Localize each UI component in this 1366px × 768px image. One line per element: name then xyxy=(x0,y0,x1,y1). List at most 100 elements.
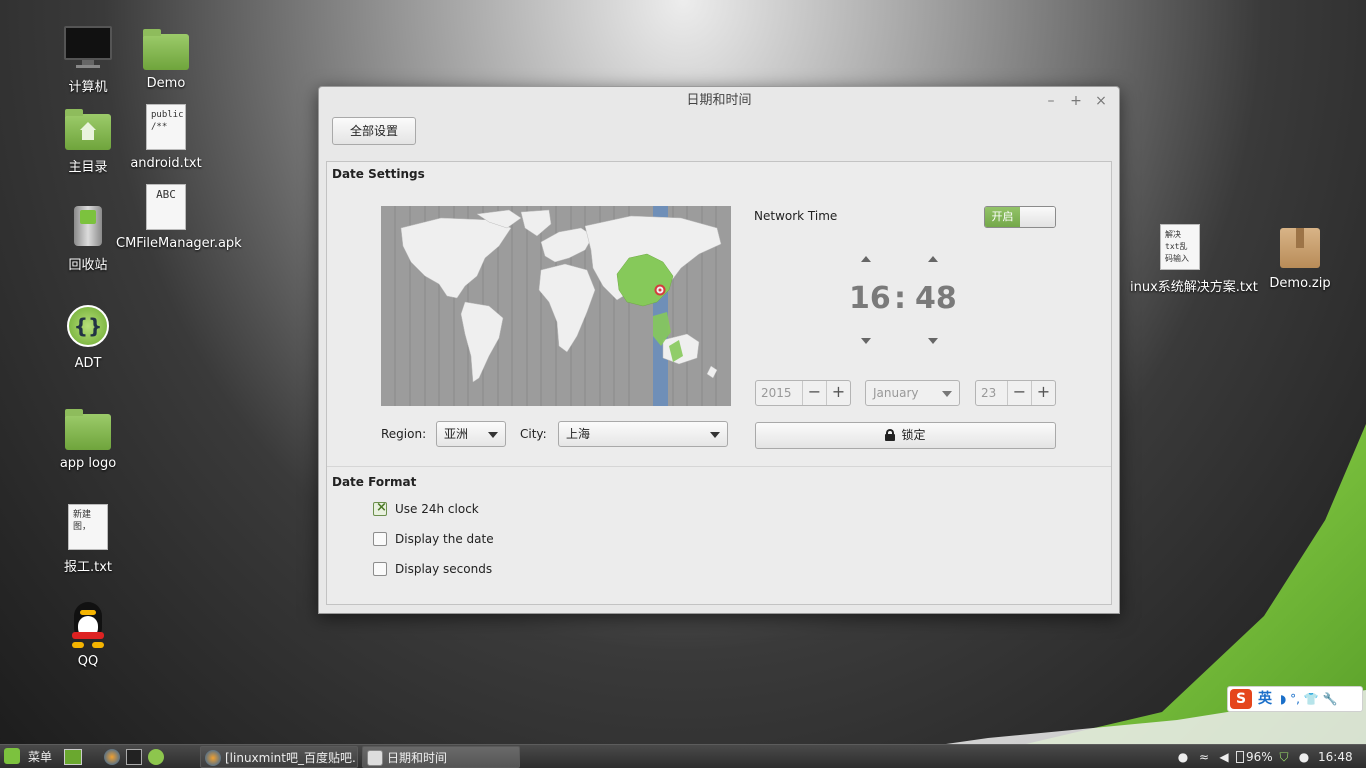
text-file-icon: 解决txt乱码输入 xyxy=(1156,224,1204,272)
battery-icon xyxy=(1236,751,1244,763)
day-value: 23 xyxy=(981,386,997,400)
desktop-icon-cmfilemanager[interactable]: ABC CMFileManager.apk xyxy=(116,184,242,251)
day-spinner[interactable]: 23 − + xyxy=(975,380,1056,406)
volume-icon[interactable]: ◀ xyxy=(1216,745,1232,768)
timezone-map[interactable] xyxy=(381,206,731,406)
desktop-icon-baogong-txt[interactable]: 新建图， 报工.txt xyxy=(38,504,138,575)
home-folder-icon xyxy=(64,104,112,152)
section-divider xyxy=(327,466,1111,467)
archive-icon xyxy=(1276,224,1324,272)
network-time-label: Network Time xyxy=(754,209,838,223)
desktop-icon-label: ADT xyxy=(74,356,102,371)
wifi-icon[interactable]: ≈ xyxy=(1196,745,1212,768)
desktop-icon-label: Demo xyxy=(146,76,186,91)
desktop-icon-label: 报工.txt xyxy=(63,560,113,575)
window-title: 日期和时间 xyxy=(686,93,752,108)
hour-down-arrow-icon[interactable] xyxy=(861,338,871,344)
date-format-heading: Date Format xyxy=(332,475,417,489)
desktop-icon-app-logo[interactable]: app logo xyxy=(38,404,138,471)
file-preview: 解决txt乱码输入 xyxy=(1160,224,1200,270)
day-decrement-button[interactable]: − xyxy=(1007,381,1031,405)
menu-label: 菜单 xyxy=(28,750,53,764)
taskbar-clock[interactable]: 16:48 xyxy=(1318,745,1353,768)
ime-tool-icons[interactable]: ◗ °, 👕 🔧 xyxy=(1280,687,1337,711)
desktop-icon-demo-folder[interactable]: Demo xyxy=(116,24,216,91)
time-separator: : xyxy=(894,281,906,316)
terminal-launcher-icon[interactable] xyxy=(126,749,142,765)
adt-icon: {} xyxy=(64,304,112,352)
city-value: 上海 xyxy=(566,427,591,441)
show-desktop-icon[interactable] xyxy=(64,749,82,765)
checkbox-label: Display seconds xyxy=(395,562,493,576)
qq-tray-icon[interactable]: ● xyxy=(1297,745,1311,768)
file-preview: 新建图， xyxy=(68,504,108,550)
region-select[interactable]: 亚洲 xyxy=(436,421,506,447)
checkbox-checked-icon[interactable] xyxy=(373,500,387,516)
ime-mode-toggle[interactable]: 英 xyxy=(1258,687,1272,711)
close-button[interactable]: × xyxy=(1091,87,1111,115)
switch-on-label: 开启 xyxy=(985,207,1021,227)
lock-icon xyxy=(885,429,896,441)
file-preview: public /** xyxy=(146,104,186,150)
desktop-icon-android-txt[interactable]: public /** android.txt xyxy=(116,104,216,171)
text-file-icon: 新建图， xyxy=(64,504,112,552)
desktop-icon-label: inux系统解决方案.txt xyxy=(1130,280,1258,295)
shield-icon[interactable]: ⛉ xyxy=(1277,745,1291,768)
task-label: 日期和时间 xyxy=(387,751,448,765)
desktop-icon-label: app logo xyxy=(59,456,117,471)
hour-up-arrow-icon[interactable] xyxy=(861,256,871,262)
desktop-icon-demo-zip[interactable]: Demo.zip xyxy=(1250,224,1350,291)
desktop-icon-linux-solutions-txt[interactable]: 解决txt乱码输入 inux系统解决方案.txt xyxy=(1130,224,1258,295)
mint-logo-icon xyxy=(4,748,20,764)
adt-launcher-icon[interactable] xyxy=(148,749,164,765)
lock-button[interactable]: 锁定 xyxy=(755,422,1056,449)
lock-label: 锁定 xyxy=(901,428,926,442)
desktop-icon-qq[interactable]: QQ xyxy=(38,602,138,669)
city-select[interactable]: 上海 xyxy=(558,421,728,447)
user-icon[interactable]: ● xyxy=(1176,745,1190,768)
window-titlebar[interactable]: 日期和时间 – + × xyxy=(319,87,1119,115)
minimize-button[interactable]: – xyxy=(1041,87,1061,115)
network-time-switch[interactable]: 开启 xyxy=(984,206,1056,228)
minute-up-arrow-icon[interactable] xyxy=(928,256,938,262)
text-file-icon: public /** xyxy=(142,104,190,152)
clock-icon xyxy=(367,750,383,766)
desktop-icon-label: QQ xyxy=(77,654,99,669)
month-value: January xyxy=(873,386,919,400)
chevron-down-icon xyxy=(710,432,720,438)
minute-down-arrow-icon[interactable] xyxy=(928,338,938,344)
settings-panel: Date Settings Region: 亚洲 City: 上海 Networ… xyxy=(326,161,1112,605)
year-value: 2015 xyxy=(761,386,792,400)
battery-indicator[interactable]: 96% xyxy=(1236,745,1273,768)
world-map-icon xyxy=(381,206,731,406)
desktop-icon-label: Demo.zip xyxy=(1269,276,1331,291)
sogou-logo-icon: S xyxy=(1230,689,1252,709)
ime-toolbar[interactable]: S 英 ◗ °, 👕 🔧 xyxy=(1227,686,1363,712)
year-increment-button[interactable]: + xyxy=(826,381,850,405)
battery-percent: 96% xyxy=(1246,750,1273,764)
day-increment-button[interactable]: + xyxy=(1031,381,1055,405)
checkbox-unchecked-icon[interactable] xyxy=(373,562,387,576)
maximize-button[interactable]: + xyxy=(1066,87,1086,115)
region-value: 亚洲 xyxy=(444,427,469,441)
year-spinner[interactable]: 2015 − + xyxy=(755,380,851,406)
taskbar-task-browser[interactable]: [linuxmint吧_百度贴吧... xyxy=(200,746,358,768)
taskbar-task-date-time[interactable]: 日期和时间 xyxy=(362,746,520,768)
date-time-window: 日期和时间 – + × 全部设置 Date Settings Region: 亚… xyxy=(318,86,1120,614)
chevron-down-icon xyxy=(488,432,498,438)
desktop-icon-adt[interactable]: {} ADT xyxy=(38,304,138,371)
all-settings-button[interactable]: 全部设置 xyxy=(332,117,416,145)
hour-display: 16 xyxy=(849,281,891,316)
desktop-icon-label: CMFileManager.apk xyxy=(116,236,242,251)
folder-icon xyxy=(64,404,112,452)
checkbox-label: Display the date xyxy=(395,532,494,546)
start-menu-button[interactable]: 菜单 xyxy=(4,745,52,768)
firefox-icon xyxy=(205,750,221,766)
checkbox-unchecked-icon[interactable] xyxy=(373,532,387,546)
month-select[interactable]: January xyxy=(865,380,960,406)
firefox-launcher-icon[interactable] xyxy=(104,749,120,765)
year-decrement-button[interactable]: − xyxy=(802,381,826,405)
desktop-icon-label: android.txt xyxy=(130,156,202,171)
city-label: City: xyxy=(520,427,547,441)
monitor-icon xyxy=(64,24,112,72)
